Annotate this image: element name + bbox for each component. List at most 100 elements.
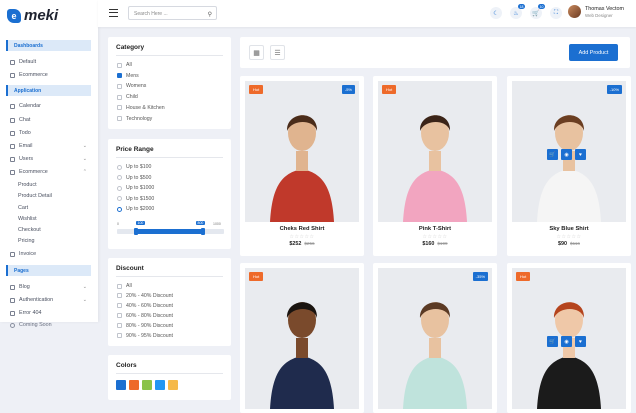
checkbox[interactable] [117,94,122,100]
radio[interactable] [117,175,122,180]
checkbox[interactable] [117,105,122,111]
menu-toggle-icon[interactable] [109,9,118,17]
sidebar-subitem-wishlist[interactable]: Wishlist [18,216,37,222]
sidebar-subitem-checkout[interactable]: Checkout [18,227,41,233]
fullscreen-icon[interactable]: ⛶ [550,7,562,19]
category-option[interactable]: Mens [117,73,139,79]
category-option[interactable]: Technology [117,116,152,122]
color-swatch[interactable] [129,380,139,390]
heart-icon[interactable]: ♥ [575,149,586,160]
eye-icon[interactable]: ◉ [561,149,572,160]
sidebar-item-ecommerce[interactable]: Ecommerce ⌃ [10,167,90,177]
checkbox[interactable] [117,73,122,79]
radio[interactable] [117,164,122,170]
product-name[interactable]: Cheks Red Shirt [240,226,364,232]
discount-option-label: 90% - 95% Discount [126,332,173,339]
product-card[interactable]: -35% [373,263,497,413]
sidebar-item-label: Ecommerce [19,169,48,175]
checkbox[interactable] [117,323,122,329]
product-image[interactable]: -35% [378,268,492,409]
checkbox[interactable] [117,116,122,121]
checkbox[interactable] [117,62,122,68]
discount-option[interactable]: 80% - 90% Discount [117,323,173,329]
sidebar-item-default[interactable]: Default [10,57,90,67]
logo[interactable]: e meki [7,7,58,24]
checkbox[interactable] [117,83,122,89]
sidebar-item-users[interactable]: Users ⌄ [10,154,90,164]
price-option[interactable]: Up to $2000 [117,206,154,212]
heart-icon[interactable]: ♥ [575,336,586,347]
product-card[interactable]: Hot Pink T-Shirt ☆☆☆☆☆ $160 $199 [373,76,497,256]
sidebar-subitem-product-detail[interactable]: Product Detail [18,193,52,199]
cart-icon[interactable]: 🛒 [547,149,558,160]
discount-option[interactable]: All [117,283,132,289]
search-input[interactable]: Search Here ... ⚲ [128,6,217,20]
search-icon[interactable]: ⚲ [208,11,212,18]
discount-option[interactable]: 60% - 80% Discount [117,313,173,319]
cart-icon[interactable]: 🛒 [547,336,558,347]
product-name[interactable]: Sky Blue Shirt [507,226,631,232]
color-swatch[interactable] [168,380,178,390]
checkbox[interactable] [117,283,122,289]
color-swatch[interactable] [155,380,165,390]
category-option[interactable]: Womens [117,83,146,89]
sidebar-item-blog[interactable]: Blog ⌄ [10,282,90,292]
price-slider-high-handle[interactable] [200,228,205,235]
checkbox[interactable] [117,333,122,338]
dark-mode-icon[interactable]: ☾ [490,7,502,19]
checkbox[interactable] [117,293,122,299]
product-card[interactable]: -10% 🛒 ◉ ♥ Sky Blue Shirt ☆☆☆☆☆ $90 $116 [507,76,631,256]
eye-icon[interactable]: ◉ [561,336,572,347]
price-option[interactable]: Up to $1500 [117,196,154,202]
sidebar-item-invoice[interactable]: Invoice [10,249,90,259]
product-image[interactable]: Hot -5% [245,81,359,222]
sidebar-item-email[interactable]: Email ⌄ [10,141,90,151]
checkbox[interactable] [117,303,122,309]
price-option[interactable]: Up to $1000 [117,185,154,191]
color-swatch[interactable] [142,380,152,390]
sidebar-item-ecommerce-dashboard[interactable]: Ecommerce [10,70,90,80]
category-option[interactable]: All [117,62,132,68]
sidebar-item-calendar[interactable]: Calendar [10,101,90,111]
sidebar-subitem-cart[interactable]: Cart [18,205,28,211]
radio[interactable] [117,196,122,201]
price-option[interactable]: Up to $500 [117,175,151,181]
category-option[interactable]: House & Kitchen [117,105,165,111]
notification-bell-icon[interactable]: ♨ 18 [510,4,525,19]
discount-option[interactable]: 40% - 60% Discount [117,303,173,309]
price-slider[interactable] [117,228,224,235]
product-name[interactable]: Pink T-Shirt [373,226,497,232]
radio[interactable] [117,206,122,212]
sidebar-item-chat[interactable]: Chat [10,115,90,125]
list-view-icon[interactable]: ☰ [270,45,285,60]
checkbox[interactable] [117,313,122,319]
sidebar-item-error-404[interactable]: Error 404 [10,308,90,318]
discount-option[interactable]: 20% - 40% Discount [117,293,173,299]
user-profile[interactable]: Thomas Vectom Web Designer [568,5,624,18]
monitor-icon [10,72,15,78]
category-option[interactable]: Child [117,94,138,100]
sidebar-item-todo[interactable]: Todo [10,128,90,138]
discount-option[interactable]: 90% - 95% Discount [117,333,173,339]
cart-icon [10,169,15,175]
slider-high-value: 800 [196,221,205,225]
product-image[interactable]: Hot [245,268,359,409]
price-slider-low-handle[interactable] [134,228,139,235]
cart-icon[interactable]: 🛒 10 [530,4,545,19]
radio[interactable] [117,185,122,191]
product-image[interactable]: Hot [378,81,492,222]
sidebar-subitem-product[interactable]: Product [18,182,37,188]
product-card[interactable]: Hot -5% Cheks Red Shirt ☆☆☆☆☆ $252 $256 [240,76,364,256]
section-dashboards: Dashboards [6,40,91,51]
product-image[interactable]: Hot 🛒 ◉ ♥ [512,268,626,409]
color-swatch[interactable] [116,380,126,390]
grid-view-icon[interactable]: ▦ [249,45,264,60]
add-product-button[interactable]: Add Product [569,44,618,61]
sidebar-item-coming-soon[interactable]: Coming Soon [10,322,52,328]
product-card[interactable]: Hot 🛒 ◉ ♥ [507,263,631,413]
product-card[interactable]: Hot [240,263,364,413]
price-option[interactable]: Up to $100 [117,164,151,170]
sidebar-subitem-pricing[interactable]: Pricing [18,238,34,244]
sidebar-item-authentication[interactable]: Authentication ⌄ [10,295,90,305]
product-image[interactable]: -10% 🛒 ◉ ♥ [512,81,626,222]
